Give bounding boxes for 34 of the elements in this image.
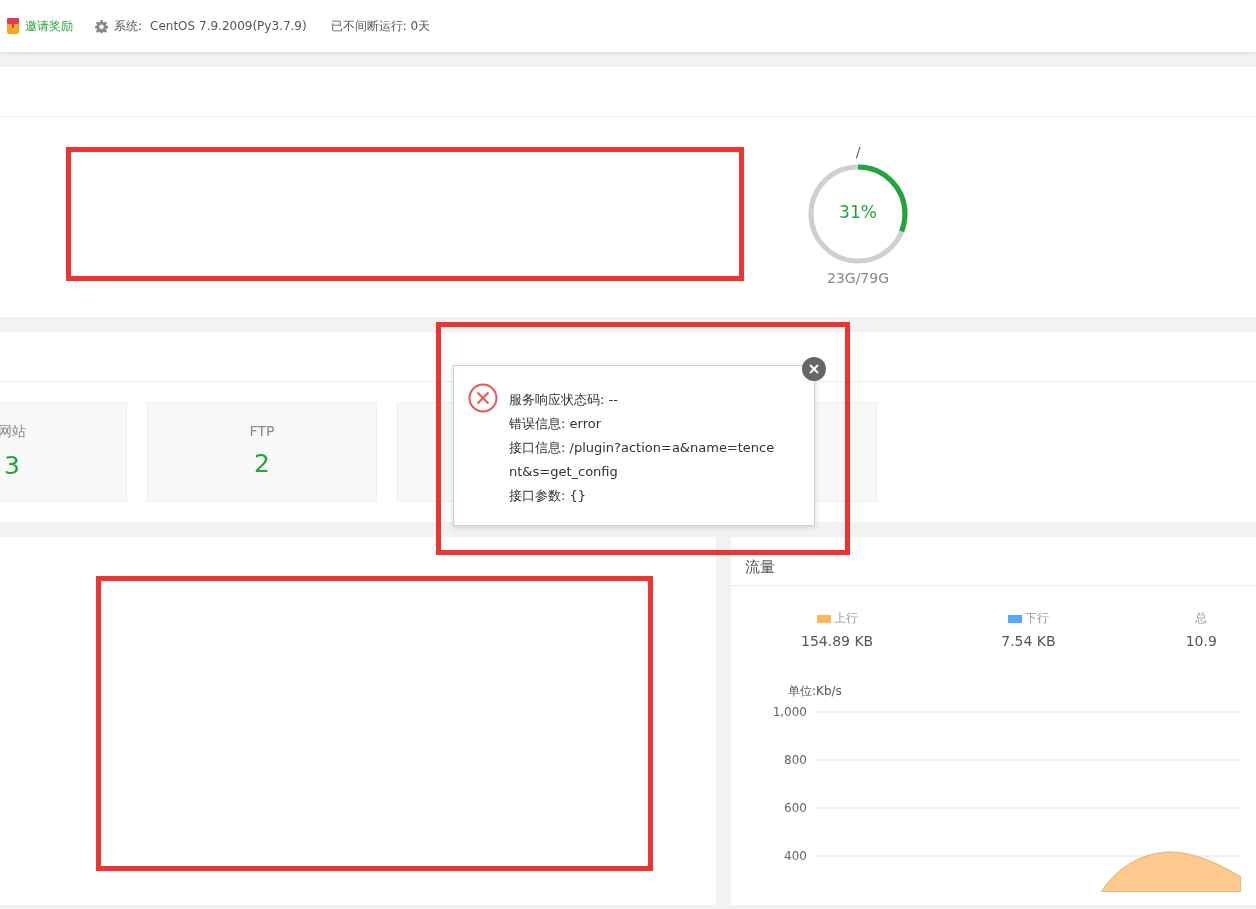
error-line: 错误信息: error — [509, 415, 602, 433]
legend-label: 下行 — [1024, 610, 1049, 627]
gear-icon — [95, 19, 108, 33]
mount-label: / — [855, 144, 861, 160]
error-line: 接口参数: {} — [509, 487, 588, 505]
legend-value: 7.54 KB — [1001, 633, 1056, 649]
legend-label: 总 — [1195, 610, 1208, 627]
y-tick-label: 400 — [784, 849, 807, 863]
legend-value: 154.89 KB — [801, 633, 874, 649]
stat-label: 网站 — [0, 423, 26, 441]
error-line: nt&s=get_config — [509, 463, 619, 481]
invite-link[interactable]: 邀请奖励 — [25, 17, 73, 35]
unit-label: 单位:Kb/s — [788, 683, 843, 700]
stat-card[interactable]: FTP 2 — [147, 402, 377, 502]
stat-value: 3 — [4, 451, 20, 480]
disk-percent: 31% — [838, 202, 878, 222]
legend-label: 上行 — [833, 610, 858, 627]
error-icon — [468, 383, 498, 413]
close-icon — [809, 364, 819, 374]
y-tick-label: 800 — [784, 753, 807, 767]
system-version: CentOS 7.9.2009(Py3.7.9) — [150, 19, 307, 33]
error-line: 服务响应状态码: -- — [509, 391, 619, 409]
error-line: 接口信息: /plugin?action=a&name=tence — [509, 439, 775, 457]
y-tick-label: 600 — [784, 801, 807, 815]
traffic-title: 流量 — [745, 557, 775, 577]
stat-value: 2 — [254, 449, 270, 478]
y-tick-label: 1,000 — [772, 705, 807, 719]
stat-card[interactable]: 网站 3 — [0, 402, 127, 502]
gift-icon — [7, 18, 19, 34]
legend-value: 10.9 — [1185, 633, 1217, 649]
stat-label: FTP — [249, 423, 275, 439]
system-label: 系统: — [114, 17, 143, 35]
uptime-text: 已不间断运行: 0天 — [330, 17, 431, 35]
disk-usage: 23G/79G — [826, 270, 889, 286]
